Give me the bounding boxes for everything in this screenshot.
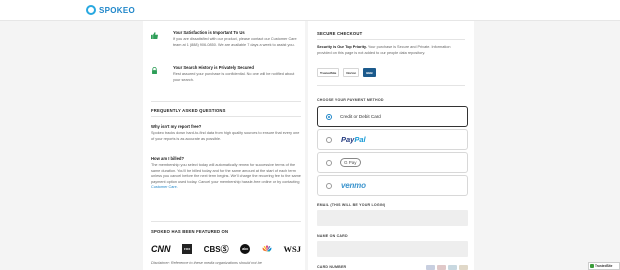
divider xyxy=(317,39,465,40)
thumbs-up-icon xyxy=(151,32,158,39)
abc-logo: abc xyxy=(240,244,251,254)
divider xyxy=(317,85,465,86)
check-icon xyxy=(590,264,594,268)
divider xyxy=(151,221,301,222)
security-text: Security is Our Top Priority. Your purch… xyxy=(317,45,465,56)
wsj-logo: WSJ xyxy=(283,244,301,254)
featured-heading: SPOKEO HAS BEEN FEATURED ON xyxy=(151,229,229,234)
cbs-logo: CBSⓈ xyxy=(203,244,229,254)
faq-answer: Spokeo tracks down hard-to-find data fro… xyxy=(151,131,300,141)
norton-badge: Norton xyxy=(343,68,360,77)
trustedsite-seal[interactable]: TrustedSite xyxy=(588,262,620,270)
trustedsite-label: TrustedSite xyxy=(595,264,613,268)
top-bar: SPOKEO xyxy=(0,0,620,21)
lock-icon xyxy=(152,67,157,74)
trustedsite-badge: TrustedSite xyxy=(317,68,340,77)
satisfaction-note: Your Satisfaction is Important To Us If … xyxy=(151,30,301,66)
visa-icon xyxy=(426,265,435,270)
security-bold: Security is Our Top Priority. xyxy=(317,45,367,49)
divider xyxy=(151,101,301,102)
payment-option-venmo[interactable]: venmo xyxy=(317,175,468,196)
press-logos: CNN FOX CBSⓈ abc WSJ xyxy=(151,242,301,256)
faq-heading: FREQUENTLY ASKED QUESTIONS xyxy=(151,108,226,113)
note-body: Rest assured your purchase is confidenti… xyxy=(173,72,295,82)
bbb-badge: BBB xyxy=(363,68,376,77)
card-number-label: CARD NUMBER xyxy=(317,265,347,269)
email-field[interactable] xyxy=(317,210,468,226)
trust-badges: TrustedSite Norton BBB xyxy=(317,68,376,77)
mastercard-icon xyxy=(437,265,446,270)
divider xyxy=(151,116,301,117)
faq-answer: The membership you select today will aut… xyxy=(151,163,301,191)
fox-logo: FOX xyxy=(182,244,193,254)
disclaimer: Disclaimer: Reference to these media org… xyxy=(151,261,262,265)
checkout-panel: SECURE CHECKOUT Security is Our Top Prio… xyxy=(308,21,474,270)
paypal-logo-part: Pay xyxy=(341,135,355,144)
radio[interactable] xyxy=(326,182,332,189)
privacy-note: Your Search History is Privately Secured… xyxy=(151,65,301,95)
payment-heading: CHOOSE YOUR PAYMENT METHOD xyxy=(317,98,384,102)
note-body: If you are dissatisfied with our product… xyxy=(173,37,297,47)
radio-selected[interactable] xyxy=(326,113,332,120)
customer-care-link[interactable]: Customer Care. xyxy=(151,185,178,189)
note-title: Your Satisfaction is Important To Us xyxy=(173,30,245,35)
checkout-heading: SECURE CHECKOUT xyxy=(317,31,363,36)
amex-icon xyxy=(448,265,457,270)
nbc-peacock-icon xyxy=(262,245,272,252)
discover-icon xyxy=(459,265,468,270)
spokeo-logo[interactable]: SPOKEO xyxy=(86,5,135,15)
gpay-logo: G Pay xyxy=(340,158,361,167)
payment-option-paypal[interactable]: PayPal xyxy=(317,129,468,150)
paypal-logo: PayPal xyxy=(341,135,366,144)
info-panel: Your Satisfaction is Important To Us If … xyxy=(143,21,305,270)
radio[interactable] xyxy=(326,159,332,166)
logo-text: SPOKEO xyxy=(99,5,136,15)
faq-question: How am I billed? xyxy=(151,156,185,161)
venmo-logo: venmo xyxy=(341,181,366,190)
email-label: EMAIL (THIS WILL BE YOUR LOGIN) xyxy=(317,203,386,207)
faq-question: Why isn't my report free? xyxy=(151,124,202,129)
payment-option-card[interactable]: Credit or Debit Card xyxy=(317,106,468,127)
name-label: NAME ON CARD xyxy=(317,234,348,238)
card-brand-icons xyxy=(426,265,468,270)
faq-answer-text: The membership you select today will aut… xyxy=(151,163,301,184)
name-on-card-field[interactable] xyxy=(317,241,468,257)
paypal-logo-part: Pal xyxy=(354,135,366,144)
payment-option-gpay[interactable]: G Pay xyxy=(317,152,468,173)
note-title: Your Search History is Privately Secured xyxy=(173,65,254,70)
cnn-logo: CNN xyxy=(151,244,171,254)
radio[interactable] xyxy=(326,136,332,143)
payment-option-label: Credit or Debit Card xyxy=(340,114,381,119)
logo-icon xyxy=(86,5,96,15)
